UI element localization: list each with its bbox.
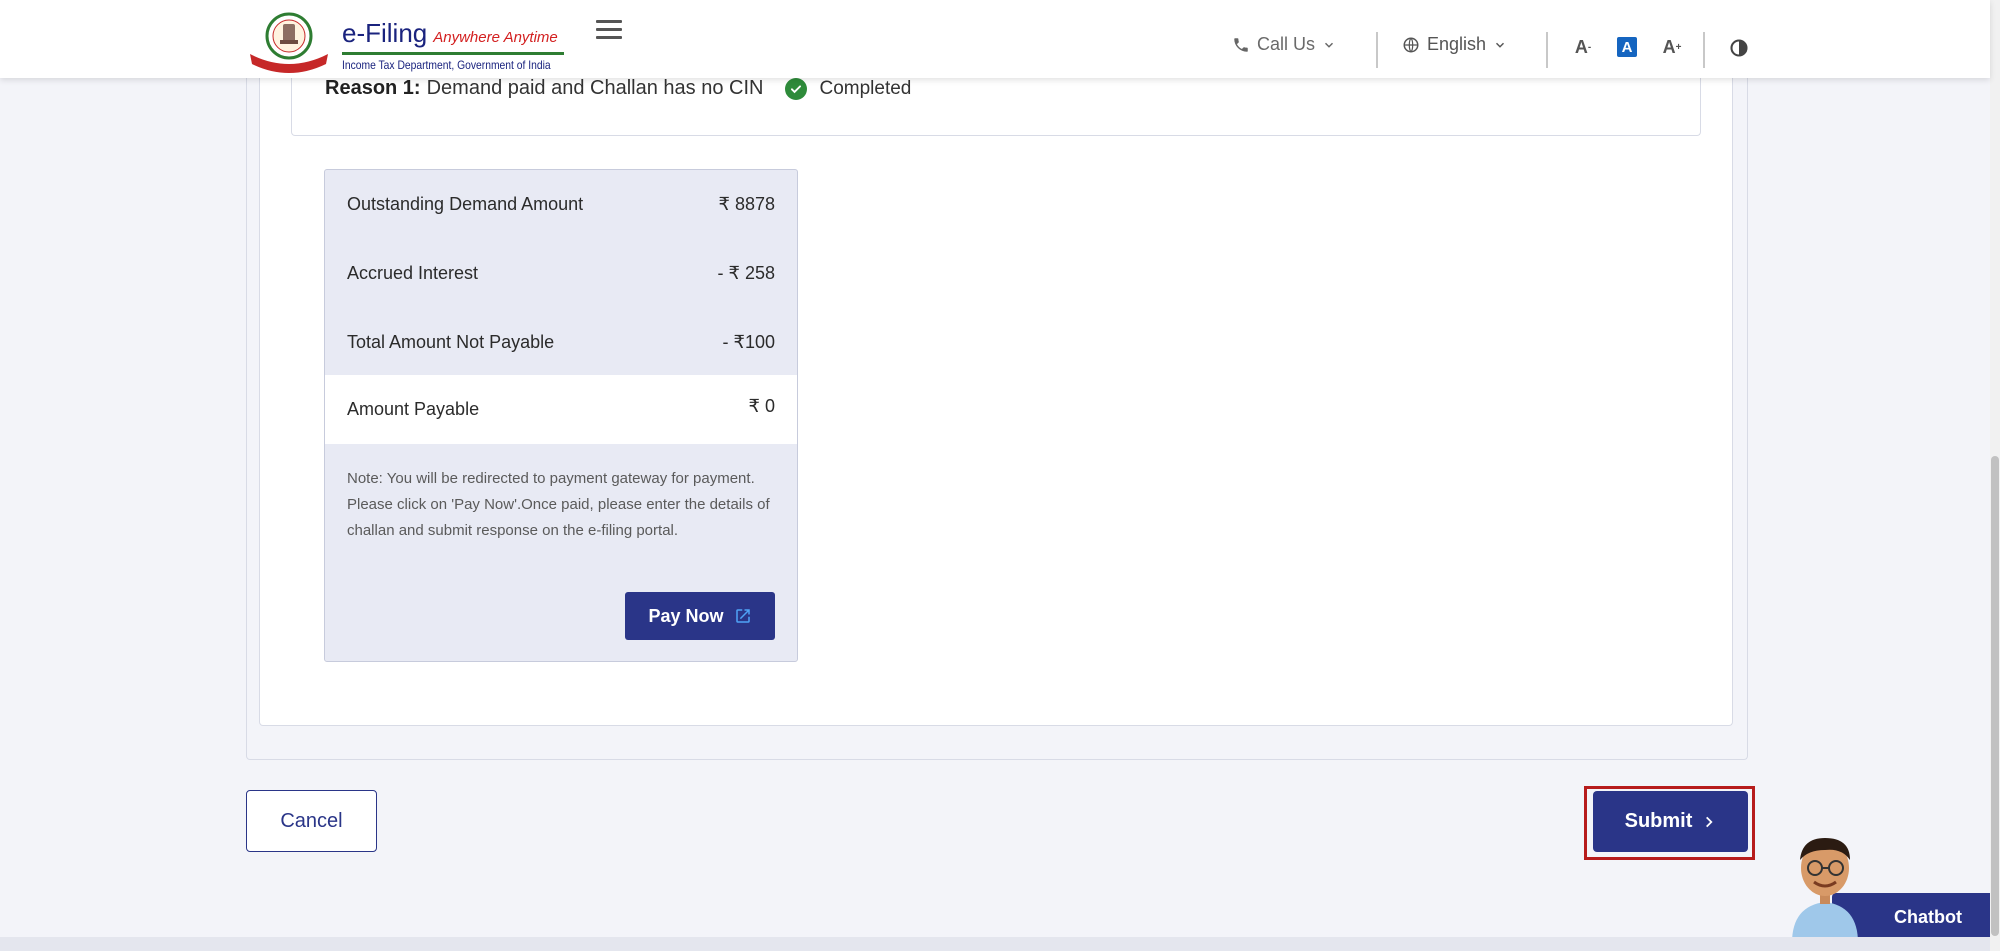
payment-summary-panel: Outstanding Demand Amount ₹ 8878 Accrued… bbox=[324, 169, 798, 662]
status-text: Completed bbox=[819, 77, 912, 99]
summary-label: Accrued Interest bbox=[347, 263, 479, 283]
summary-row: Outstanding Demand Amount ₹ 8878 bbox=[325, 170, 797, 239]
header-divider bbox=[1376, 32, 1378, 68]
cancel-button[interactable]: Cancel bbox=[246, 790, 377, 852]
menu-icon[interactable] bbox=[596, 20, 622, 40]
submit-label: Submit bbox=[1624, 810, 1693, 832]
reason-label: Reason 1: bbox=[325, 77, 421, 99]
language-dropdown[interactable]: English bbox=[1402, 34, 1507, 55]
font-decrease-button[interactable]: A- bbox=[1572, 36, 1594, 58]
top-header: e-Filing Anywhere Anytime Income Tax Depa… bbox=[0, 0, 1990, 78]
summary-row-amount-payable: Amount Payable ₹ 0 bbox=[325, 375, 797, 444]
summary-value: ₹ 8878 bbox=[718, 194, 776, 214]
pay-now-button[interactable]: Pay Now bbox=[625, 592, 775, 640]
summary-value: - ₹ 258 bbox=[717, 263, 775, 283]
brand-subtitle: Income Tax Department, Government of Ind… bbox=[342, 58, 551, 72]
font-default-button[interactable]: A bbox=[1617, 37, 1637, 57]
summary-row: Accrued Interest - ₹ 258 bbox=[325, 239, 797, 308]
reason-row: Reason 1: Demand paid and Challan has no… bbox=[325, 77, 911, 100]
header-divider bbox=[1546, 32, 1548, 68]
efiling-logo[interactable]: e-Filing Anywhere Anytime Income Tax Depa… bbox=[246, 10, 566, 76]
status-badge: Completed bbox=[785, 77, 912, 100]
brand-title: e-Filing Anywhere Anytime bbox=[342, 18, 558, 48]
chevron-down-icon bbox=[1496, 42, 1505, 48]
payment-note: Note: You will be redirected to payment … bbox=[347, 470, 770, 539]
scrollbar-thumb[interactable] bbox=[1991, 456, 1999, 936]
external-link-icon bbox=[735, 609, 750, 623]
globe-icon bbox=[1403, 37, 1419, 52]
call-us-label: Call Us bbox=[1257, 34, 1316, 54]
emblem-icon bbox=[250, 12, 328, 73]
submit-button[interactable]: Submit bbox=[1593, 791, 1748, 852]
chevron-down-icon bbox=[1325, 42, 1334, 48]
chatbot-avatar-icon[interactable] bbox=[1780, 828, 1870, 943]
contrast-icon[interactable] bbox=[1729, 38, 1749, 58]
brand-tagline: Anywhere Anytime bbox=[433, 29, 558, 46]
footer-strip bbox=[0, 937, 1990, 951]
summary-row: Total Amount Not Payable - ₹100 bbox=[325, 308, 797, 377]
chatbot-label: Chatbot bbox=[1894, 906, 1962, 927]
call-us-dropdown[interactable]: Call Us bbox=[1232, 34, 1336, 55]
summary-value: ₹ 0 bbox=[748, 396, 775, 416]
check-circle-icon bbox=[785, 77, 808, 100]
summary-label: Outstanding Demand Amount bbox=[347, 194, 584, 214]
font-increase-button[interactable]: A + bbox=[1661, 36, 1683, 58]
phone-icon bbox=[1234, 37, 1248, 52]
summary-label: Total Amount Not Payable bbox=[347, 332, 555, 352]
language-label: English bbox=[1427, 34, 1487, 54]
summary-label: Amount Payable bbox=[347, 399, 480, 419]
brand-underline bbox=[342, 52, 564, 55]
header-divider bbox=[1703, 32, 1705, 68]
reason-text: Demand paid and Challan has no CIN bbox=[426, 77, 764, 99]
pay-now-label: Pay Now bbox=[648, 605, 724, 626]
chevron-right-icon bbox=[1706, 816, 1713, 827]
summary-value: - ₹100 bbox=[722, 332, 775, 352]
